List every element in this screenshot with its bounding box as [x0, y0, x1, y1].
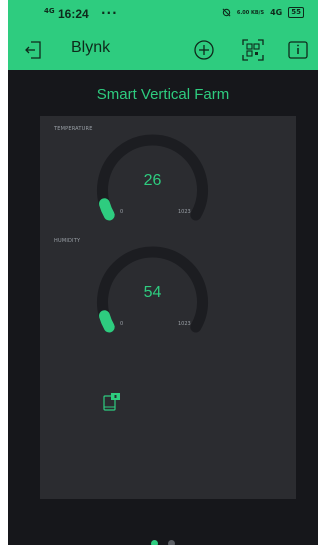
device-notification-icon[interactable] [102, 392, 122, 412]
app-bar: Blynk [8, 30, 318, 70]
info-icon[interactable] [286, 38, 310, 62]
signal-indicator: 4G [44, 7, 55, 15]
qr-icon[interactable] [241, 38, 265, 62]
humidity-max: 1023 [178, 321, 191, 327]
page-indicator [8, 532, 318, 545]
project-title: Smart Vertical Farm [96, 86, 230, 103]
dashboard: Smart Vertical Farm TEMPERATURE 26 0 102… [8, 70, 318, 545]
widget-canvas: TEMPERATURE 26 0 1023 HUMIDITY 54 0 1023 [40, 116, 296, 499]
battery-level: 55 [291, 8, 301, 16]
app-title: Blynk [71, 39, 111, 56]
notification-dots: ··· [101, 6, 118, 20]
temperature-value: 26 [143, 172, 162, 189]
network-type: 4G [270, 8, 283, 17]
temperature-min: 0 [120, 209, 124, 215]
status-bar: 4G 16:24 ··· 6.00 KB/S 4G 55 [8, 0, 318, 30]
phone-screen: 4G 16:24 ··· 6.00 KB/S 4G 55 Blynk Smart… [8, 0, 318, 545]
battery-icon: 55 [288, 7, 304, 18]
status-right: 6.00 KB/S 4G 55 [222, 7, 304, 18]
temperature-label: TEMPERATURE [54, 126, 93, 132]
humidity-min: 0 [120, 321, 124, 327]
mute-icon [222, 8, 231, 17]
humidity-value: 54 [143, 284, 162, 301]
exit-icon[interactable] [22, 38, 46, 62]
network-speed: 6.00 KB/S [236, 9, 265, 16]
page-dot-active[interactable] [151, 540, 159, 545]
add-icon[interactable] [192, 38, 216, 62]
page-dot[interactable] [167, 540, 175, 545]
status-time: 16:24 [58, 7, 89, 21]
humidity-label: HUMIDITY [54, 238, 81, 244]
temperature-max: 1023 [178, 209, 191, 215]
gauge-fill [98, 198, 115, 221]
gauge-fill [98, 310, 115, 333]
